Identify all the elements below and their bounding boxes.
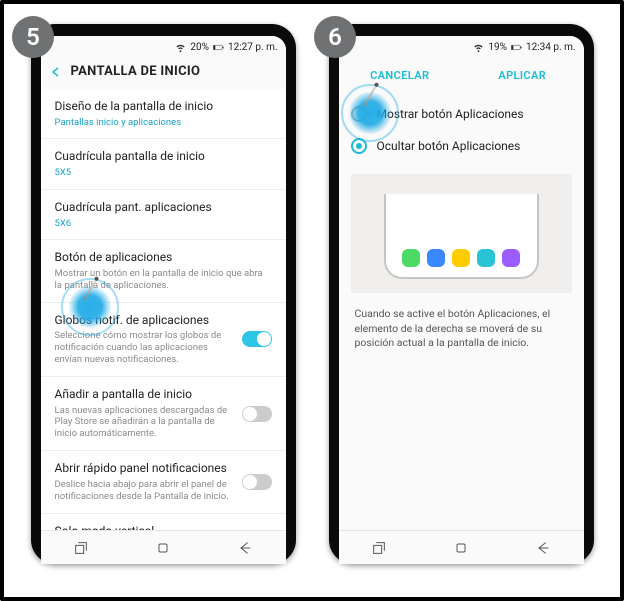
radio-option[interactable]: Ocultar botón Aplicaciones [349, 130, 574, 162]
dock-app-icon [502, 249, 520, 267]
dock-app-icon [452, 249, 470, 267]
radio-label: Ocultar botón Aplicaciones [377, 139, 521, 153]
setting-item[interactable]: Añadir a pantalla de inicio Las nuevas ap… [41, 376, 286, 450]
radio-button[interactable] [351, 138, 367, 154]
battery-pct: 20% [190, 42, 209, 53]
back-nav-icon[interactable] [237, 540, 253, 556]
battery-icon [213, 42, 224, 53]
toggle-switch[interactable] [242, 406, 272, 422]
home-icon[interactable] [453, 540, 469, 556]
setting-title: Solo modo vertical [55, 524, 234, 530]
step-badge-5: 5 [12, 16, 54, 58]
setting-title: Abrir rápido panel notificaciones [55, 461, 234, 477]
clock: 12:27 p. m. [228, 42, 278, 53]
setting-subtitle: Mostrar un botón en la pantalla de inici… [55, 268, 272, 292]
setting-item[interactable]: Cuadrícula pant. aplicaciones 5X6 [41, 189, 286, 239]
cancel-button[interactable]: CANCELAR [339, 58, 462, 92]
status-bar: 19% 12:34 p. m. [339, 36, 584, 58]
recents-icon[interactable] [73, 540, 89, 556]
setting-title: Botón de aplicaciones [55, 250, 272, 266]
phone-right: 19% 12:34 p. m. CANCELAR APLICAR Mostrar… [329, 24, 594, 564]
battery-icon [511, 42, 522, 53]
wifi-icon [473, 42, 484, 53]
home-icon[interactable] [155, 540, 171, 556]
setting-subtitle: Las nuevas aplicaciones descargadas de P… [55, 405, 234, 441]
wifi-icon [175, 42, 186, 53]
battery-pct: 19% [488, 42, 507, 53]
setting-subtitle: Seleccione cómo mostrar los globos de no… [55, 330, 234, 366]
radio-label: Mostrar botón Aplicaciones [377, 107, 524, 121]
toggle-switch[interactable] [242, 331, 272, 347]
nav-bar [339, 530, 584, 564]
setting-item[interactable]: Abrir rápido panel notificaciones Deslice… [41, 450, 286, 512]
phone-left: 20% 12:27 p. m. PANTALLA DE INICIO Diseñ… [31, 24, 296, 564]
back-nav-icon[interactable] [535, 540, 551, 556]
clock: 12:34 p. m. [526, 42, 576, 53]
dock-app-icon [477, 249, 495, 267]
step-badge-6: 6 [314, 16, 356, 58]
toggle-switch[interactable] [242, 474, 272, 490]
app-bar: PANTALLA DE INICIO [41, 58, 286, 89]
recents-icon[interactable] [371, 540, 387, 556]
apply-button[interactable]: APLICAR [461, 58, 584, 92]
setting-title: Diseño de la pantalla de inicio [55, 99, 272, 115]
preview-panel [351, 174, 572, 293]
setting-subtitle: Pantallas inicio y aplicaciones [55, 117, 272, 129]
setting-item[interactable]: Diseño de la pantalla de inicio Pantallas… [41, 89, 286, 138]
setting-item[interactable]: Cuadrícula pantalla de inicio 5X5 [41, 138, 286, 188]
radio-button[interactable] [351, 106, 367, 122]
help-text: Cuando se active el botón Aplicaciones, … [339, 293, 584, 365]
settings-list[interactable]: Diseño de la pantalla de inicio Pantallas… [41, 89, 286, 530]
dock-app-icon [402, 249, 420, 267]
nav-bar [41, 530, 286, 564]
dialog-bar: CANCELAR APLICAR [339, 58, 584, 92]
setting-title: Añadir a pantalla de inicio [55, 387, 234, 403]
setting-item[interactable]: Globos notif. de aplicacionesSeleccione … [41, 302, 286, 376]
setting-title: Cuadrícula pant. aplicaciones [55, 200, 272, 216]
radio-option[interactable]: Mostrar botón Aplicaciones [349, 98, 574, 130]
status-bar: 20% 12:27 p. m. [41, 36, 286, 58]
setting-item[interactable]: Solo modo verticalImpedir que la pantall… [41, 513, 286, 530]
setting-title: Globos notif. de aplicaciones [55, 313, 234, 329]
setting-subtitle: 5X6 [55, 218, 272, 230]
page-title: PANTALLA DE INICIO [71, 64, 201, 79]
setting-item[interactable]: Botón de aplicaciones Mostrar un botón en… [41, 239, 286, 301]
setting-title: Cuadrícula pantalla de inicio [55, 149, 272, 165]
dock-app-icon [427, 249, 445, 267]
setting-subtitle: Deslice hacia abajo para abrir el panel … [55, 479, 234, 503]
setting-subtitle: 5X5 [55, 167, 272, 179]
tutorial-frame: 5 6 20% 12:27 p. m. PANTALLA DE INICIO D… [0, 0, 624, 601]
radio-group: Mostrar botón Aplicaciones Ocultar botón … [339, 92, 584, 174]
mini-phone-preview [384, 194, 539, 279]
dock-preview [402, 249, 520, 267]
back-icon[interactable] [51, 67, 61, 77]
